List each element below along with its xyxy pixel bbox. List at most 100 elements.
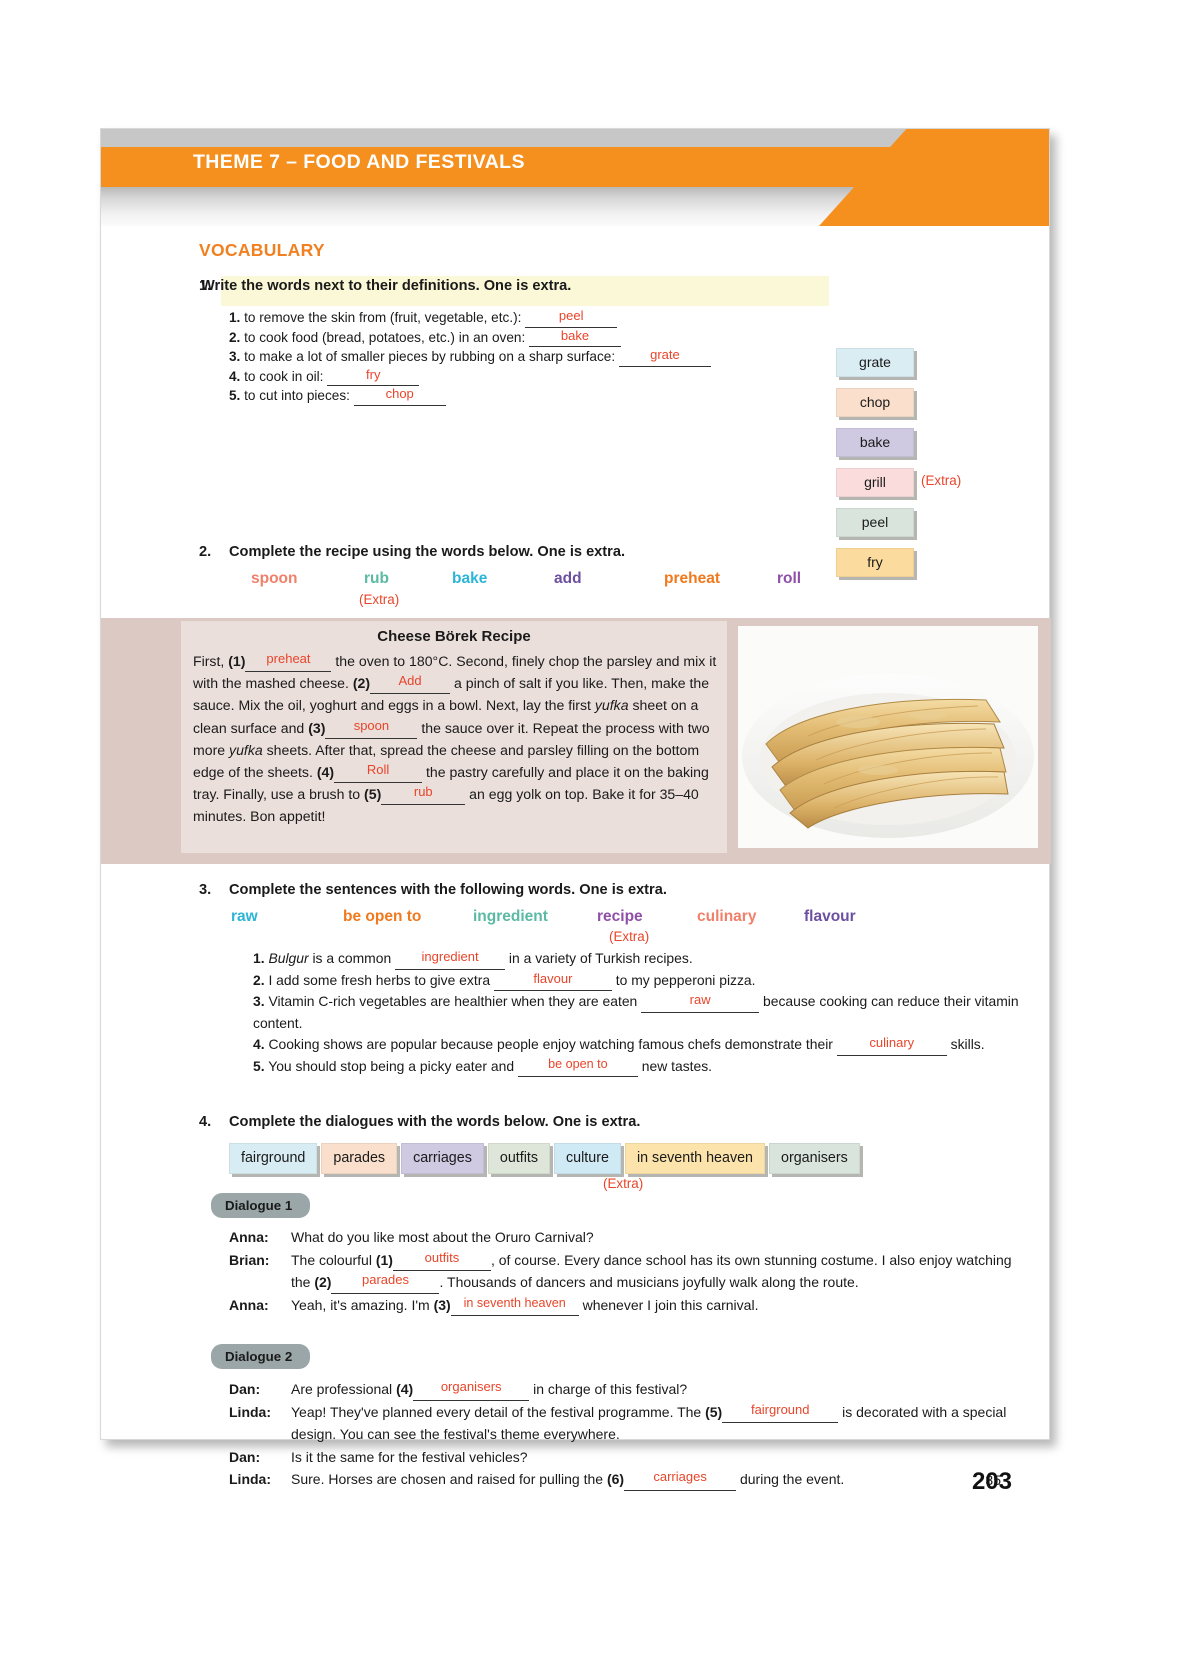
dialogue-frag: Are professional [291,1381,397,1397]
blank-number: (1) [228,653,246,669]
recipe-blank-2[interactable]: Add [370,673,451,695]
word-chip-carriages[interactable]: carriages [401,1143,484,1174]
dialogue-1-body: Anna: What do you like most about the Or… [229,1226,1019,1316]
word-chip-grill[interactable]: grill [836,468,914,497]
dialogue-blank-3[interactable]: in seventh heaven [450,1296,579,1316]
item-number: 4. [229,368,241,384]
speaker-name: Linda: [229,1403,271,1420]
item-number: 3. [229,349,241,364]
dialogue-frag: whenever I join this carnival. [578,1296,759,1313]
sentence-text: new tastes. [637,1057,713,1074]
blank-number: (3) [433,1296,451,1313]
dialogue-blank-5[interactable]: fairground [722,1402,839,1423]
sentence-blank-3[interactable]: raw [641,992,760,1013]
definition-item: 2. to cook food (bread, potatoes, etc.) … [229,328,929,347]
exercise-1-wordbank: grate chop bake grill peel fry [836,348,914,588]
dialogue-blank-2[interactable]: parades [331,1272,440,1294]
answer-blank-5[interactable]: chop [353,386,446,406]
word-chip-in-seventh-heaven[interactable]: in seventh heaven [624,1143,766,1174]
exercise-2-wordbank: spoon rub bake add preheat roll [251,570,911,588]
blank-number: (3) [308,719,326,736]
recipe-blank-5[interactable]: rub [381,784,466,806]
book-page-number: 203 [971,1468,1012,1495]
sentence-blank-1[interactable]: ingredient [395,949,506,970]
recipe-frag: First, [193,653,229,669]
exercise-1-definitions: 1. to remove the skin from (fruit, veget… [229,308,929,406]
sentence-blank-5[interactable]: be open to [517,1057,638,1077]
recipe-italic: yufka [594,697,629,714]
dialogue-text: Are professional (4) organisers in charge… [291,1378,1019,1401]
dialogue-frag: Is it the same for the festival vehicles… [291,1448,528,1465]
speaker-name: Anna: [229,1296,269,1313]
answer-blank-2[interactable]: bake [529,328,622,347]
recipe-text: First, (1) preheat the oven to 180°C. Sec… [193,650,717,828]
worksheet-page: THEME 7 – FOOD AND FESTIVALS VOCABULARY … [100,128,1051,1491]
item-number: 1. [253,950,265,966]
recipe-italic: yufka [229,741,263,758]
dialogue-2-tag: Dialogue 2 [211,1344,311,1369]
dialogue-frag: Yeap! They've planned every detail of th… [291,1403,706,1420]
word-chip-culture[interactable]: culture [554,1143,621,1174]
page-header: THEME 7 – FOOD AND FESTIVALS [101,129,1049,226]
word-spoon[interactable]: spoon [251,570,364,588]
word-chip-parades[interactable]: parades [321,1143,398,1174]
word-preheat[interactable]: preheat [664,570,777,588]
dialogue-line: Linda: Yeap! They've planned every detai… [229,1401,1019,1446]
sentence-item: 3. Vitamin C-rich vegetables are healthi… [253,991,1043,1034]
exercise-4-wordbank: fairground parades carriages outfits cul… [229,1143,860,1174]
word-recipe[interactable]: recipe [597,908,697,926]
exercise-3-wordbank: raw be open to ingredient recipe culinar… [231,908,931,926]
word-chip-organisers[interactable]: organisers [769,1143,860,1174]
speaker-name: Dan: [229,1448,261,1465]
exercise-3-number: 3. [199,882,212,898]
sentence-italic: Bulgur [268,950,309,966]
exercise-3-extra-note: (Extra) [609,929,650,944]
exercise-2-instruction: Complete the recipe using the words belo… [229,544,626,560]
sentence-item: 2. I add some fresh herbs to give extra … [253,970,1043,991]
sentence-text: to my pepperoni pizza. [611,971,756,988]
recipe-blank-1[interactable]: preheat [245,651,332,673]
dialogue-blank-4[interactable]: organisers [413,1379,530,1401]
sentence-blank-4[interactable]: culinary [836,1035,947,1056]
word-flavour[interactable]: flavour [804,908,856,926]
item-text: to cut into pieces: [244,388,350,403]
word-chip-peel[interactable]: peel [836,508,914,537]
dialogue-line: Dan: Are professional (4) organisers in c… [229,1378,1019,1401]
item-number: 3. [253,993,265,1009]
sentence-text: Vitamin C-rich vegetables are healthier … [268,993,642,1009]
recipe-photo [738,626,1038,848]
speaker-name: Dan: [229,1381,261,1397]
word-be-open-to[interactable]: be open to [343,908,473,926]
definition-item: 5. to cut into pieces: chop [229,386,929,406]
word-ingredient[interactable]: ingredient [473,908,597,926]
word-chip-fairground[interactable]: fairground [229,1143,318,1174]
word-roll[interactable]: roll [777,570,801,588]
sentence-text: Cooking shows are popular because people… [268,1036,837,1052]
word-chip-chop[interactable]: chop [836,388,914,417]
definition-item: 4. to cook in oil: fry [229,367,929,386]
exercise-1-instruction: Write the words next to their definition… [201,278,572,294]
item-number: 5. [253,1057,265,1074]
dialogue-frag: in charge of this festival? [529,1381,688,1397]
item-number: 2. [229,329,241,345]
word-chip-outfits[interactable]: outfits [487,1143,551,1174]
exercise-4-instruction: Complete the dialogues with the words be… [229,1114,641,1130]
item-number: 5. [229,388,241,403]
exercise-4-extra-note: (Extra) [603,1176,644,1191]
dialogue-text: Is it the same for the festival vehicles… [291,1446,1019,1469]
sentence-text: You should stop being a picky eater and [268,1057,518,1074]
word-rub[interactable]: rub [364,570,452,588]
word-chip-grate[interactable]: grate [836,348,914,377]
recipe-blank-3[interactable]: spoon [325,718,418,739]
word-chip-bake[interactable]: bake [836,428,914,457]
word-raw[interactable]: raw [231,908,343,926]
word-bake[interactable]: bake [452,570,554,588]
word-culinary[interactable]: culinary [697,908,804,926]
dialogue-line: Anna: What do you like most about the Or… [229,1226,1019,1249]
word-add[interactable]: add [554,570,664,588]
dialogue-line: Anna: Yeah, it's amazing. I'm (3) in seve… [229,1294,1019,1316]
speaker-name: Anna: [229,1229,269,1245]
item-number: 1. [229,310,241,325]
answer-blank-3[interactable]: grate [618,347,711,367]
sentence-blank-2[interactable]: flavour [493,971,612,991]
